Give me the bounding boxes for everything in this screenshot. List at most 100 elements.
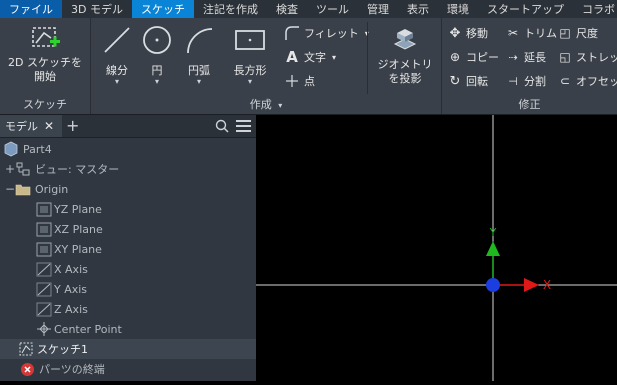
- tree-node-view[interactable]: + ビュー: マスター: [5, 159, 119, 179]
- extend-label: 延長: [524, 51, 546, 64]
- axis-icon: [36, 302, 52, 317]
- tab-manage[interactable]: 管理: [358, 0, 398, 18]
- fillet-button[interactable]: フィレット ▾: [284, 24, 369, 42]
- point-icon: [286, 75, 298, 87]
- stretch-button[interactable]: ◱ ストレッチ: [558, 48, 617, 66]
- move-button[interactable]: ✥ 移動: [448, 24, 488, 42]
- tree-node-yz-plane[interactable]: YZ Plane: [36, 199, 102, 219]
- sketch-panel: 2D スケッチを 開始 スケッチ: [0, 18, 91, 114]
- part-icon: [4, 141, 18, 157]
- line-icon: [104, 27, 130, 53]
- tab-environments[interactable]: 環境: [438, 0, 478, 18]
- trim-label: トリム: [524, 27, 557, 40]
- line-button[interactable]: 線分 ▾: [97, 24, 137, 86]
- fillet-label: フィレット: [304, 27, 359, 40]
- stretch-label: ストレッチ: [576, 51, 617, 64]
- create-panel-title[interactable]: 作成 ▾: [91, 96, 441, 112]
- arc-icon: [187, 28, 213, 54]
- copy-button[interactable]: ⊕ コピー: [448, 48, 499, 66]
- move-label: 移動: [466, 27, 488, 40]
- split-button[interactable]: ⊣ 分割: [506, 72, 546, 90]
- start-sketch-label-2: 開始: [34, 70, 56, 83]
- tree-node-part[interactable]: Part4: [3, 139, 52, 159]
- create-panel-expand-icon[interactable]: ▾: [278, 101, 282, 110]
- start-2d-sketch-button[interactable]: 2D スケッチを 開始: [5, 24, 85, 84]
- create-panel: 線分 ▾ 円 ▾ 円弧 ▾ 長方形 ▾ フィレット A 文字 ▾ 点 ジオメトリ…: [91, 18, 442, 114]
- ribbon-tab-bar: ファイル 3D モデル スケッチ 注記を作成 検査 ツール 管理 表示 環境 ス…: [0, 0, 617, 18]
- tree-label: スケッチ1: [37, 343, 88, 356]
- tab-view[interactable]: 表示: [398, 0, 438, 18]
- split-icon: ⊣: [508, 74, 518, 88]
- text-dropdown-caret-icon[interactable]: ▾: [332, 53, 336, 62]
- point-label: 点: [304, 75, 315, 88]
- browser-tab-model[interactable]: モデル ✕: [0, 115, 62, 137]
- collapse-icon[interactable]: −: [5, 182, 15, 196]
- scale-button[interactable]: ◰ 尺度: [558, 24, 598, 42]
- tree-node-xz-plane[interactable]: XZ Plane: [36, 219, 103, 239]
- point-button[interactable]: 点: [284, 72, 315, 90]
- sketch-canvas: Y X: [256, 115, 617, 381]
- create-panel-divider: [367, 22, 368, 94]
- text-icon: A: [286, 48, 298, 66]
- tab-tools[interactable]: ツール: [307, 0, 358, 18]
- split-label: 分割: [524, 75, 546, 88]
- tree-node-x-axis[interactable]: X Axis: [36, 259, 88, 279]
- line-dropdown-caret-icon[interactable]: ▾: [97, 78, 137, 86]
- project-geometry-icon: [393, 29, 417, 50]
- offset-button[interactable]: ⊂ オフセット: [558, 72, 617, 90]
- text-button[interactable]: A 文字 ▾: [284, 48, 336, 66]
- offset-icon: ⊂: [559, 74, 571, 88]
- origin-point-icon[interactable]: [486, 278, 500, 292]
- rectangle-button[interactable]: 長方形 ▾: [226, 24, 274, 86]
- tab-file[interactable]: ファイル: [0, 0, 62, 18]
- tree-node-sketch1[interactable]: スケッチ1: [0, 339, 256, 359]
- trim-button[interactable]: ✂ トリム: [506, 24, 557, 42]
- ribbon: 2D スケッチを 開始 スケッチ 線分 ▾ 円 ▾ 円弧 ▾ 長方形 ▾ フィレ…: [0, 18, 617, 115]
- arc-button[interactable]: 円弧 ▾: [179, 24, 219, 86]
- tab-sketch[interactable]: スケッチ: [131, 0, 194, 18]
- close-icon[interactable]: ✕: [44, 119, 54, 133]
- rotate-button[interactable]: ↻ 回転: [448, 72, 488, 90]
- start-sketch-label-1: 2D スケッチを: [8, 56, 82, 69]
- end-of-part-icon: [21, 362, 34, 376]
- copy-label: コピー: [466, 51, 499, 64]
- y-axis-arrow-icon: [486, 241, 500, 278]
- tree-node-y-axis[interactable]: Y Axis: [36, 279, 87, 299]
- plane-icon: [36, 242, 52, 257]
- tree-label: Z Axis: [54, 302, 88, 316]
- rotate-icon: ↻: [449, 73, 461, 89]
- rotate-label: 回転: [466, 75, 488, 88]
- sketch-icon: [19, 342, 33, 356]
- tab-inspect[interactable]: 検査: [267, 0, 307, 18]
- tree-label: Origin: [35, 182, 69, 196]
- expand-icon[interactable]: +: [5, 162, 15, 176]
- tree-node-center-point[interactable]: Center Point: [36, 319, 122, 339]
- project-geometry-button[interactable]: ジオメトリ を投影: [375, 24, 435, 86]
- tree-node-xy-plane[interactable]: XY Plane: [36, 239, 102, 259]
- tab-collaborate[interactable]: コラボレーション: [573, 0, 617, 18]
- tree-node-z-axis[interactable]: Z Axis: [36, 299, 88, 319]
- tab-3d-model[interactable]: 3D モデル: [62, 0, 132, 18]
- project-geometry-label-1: ジオメトリ: [377, 58, 433, 71]
- add-icon[interactable]: +: [66, 116, 79, 135]
- rectangle-icon: [235, 30, 265, 50]
- stretch-icon: ◱: [559, 50, 571, 64]
- tree-label: XZ Plane: [54, 222, 103, 236]
- rectangle-dropdown-caret-icon[interactable]: ▾: [226, 78, 274, 86]
- menu-icon[interactable]: [236, 119, 251, 133]
- search-icon[interactable]: [215, 119, 229, 133]
- circle-button[interactable]: 円 ▾: [139, 24, 175, 86]
- tab-annotate[interactable]: 注記を作成: [194, 0, 267, 18]
- arc-label: 円弧: [188, 64, 210, 77]
- extend-button[interactable]: ⇢ 延長: [506, 48, 546, 66]
- model-browser: モデル ✕ + Part4 + ビュー: マスター − Origin YZ Pl…: [0, 115, 256, 381]
- graphics-viewport[interactable]: Y X: [256, 115, 617, 381]
- copy-icon: ⊕: [449, 50, 461, 64]
- tree-node-end-of-part[interactable]: パーツの終端: [20, 359, 105, 379]
- arc-dropdown-caret-icon[interactable]: ▾: [179, 78, 219, 86]
- tree-label: Y Axis: [54, 282, 88, 296]
- tree-node-origin[interactable]: − Origin: [5, 179, 68, 199]
- circle-dropdown-caret-icon[interactable]: ▾: [139, 78, 175, 86]
- browser-tab-label: モデル: [5, 120, 38, 133]
- tab-get-started[interactable]: スタートアップ: [478, 0, 573, 18]
